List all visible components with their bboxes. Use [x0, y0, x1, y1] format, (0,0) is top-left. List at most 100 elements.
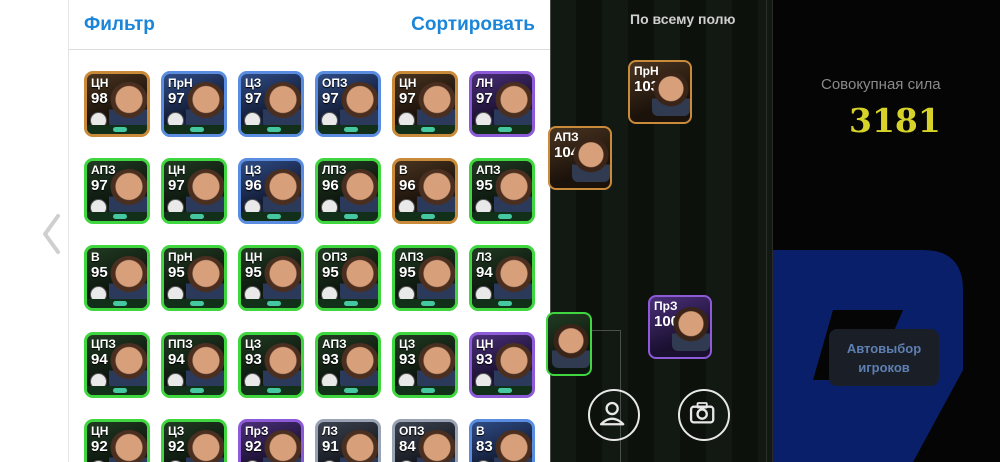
sort-button[interactable]: Сортировать — [411, 14, 535, 36]
card-rating: 91 — [322, 438, 339, 455]
auto-select-button[interactable]: Автовыбор игроков — [829, 329, 939, 386]
player-card[interactable]: В 83 — [469, 419, 535, 462]
player-portrait — [494, 82, 532, 128]
card-rating: 97 — [245, 90, 262, 107]
card-position: АПЗ — [322, 337, 347, 351]
card-rating: 92 — [91, 438, 108, 455]
card-position: ЛЗ — [476, 250, 492, 264]
player-portrait — [494, 256, 532, 302]
card-footer — [87, 212, 147, 221]
player-card[interactable]: В 95 — [84, 245, 150, 311]
player-card[interactable]: АПЗ 97 — [84, 158, 150, 224]
card-position: В — [399, 163, 408, 177]
card-position: ЦЗ — [245, 163, 262, 177]
player-card[interactable]: ЛЗ 94 — [469, 245, 535, 311]
card-footer — [472, 299, 532, 308]
player-card[interactable]: ОПЗ 84 — [392, 419, 458, 462]
card-position: ЛПЗ — [322, 163, 347, 177]
player-card[interactable]: ЛЗ 91 — [315, 419, 381, 462]
filter-button[interactable]: Фильтр — [84, 14, 155, 36]
card-rating: 93 — [322, 351, 339, 368]
card-rating: 94 — [476, 264, 493, 281]
card-footer — [395, 299, 455, 308]
card-footer — [472, 212, 532, 221]
camera-icon — [689, 402, 715, 424]
card-position: ЦЗ — [168, 424, 185, 438]
card-rating: 93 — [476, 351, 493, 368]
pitch-player-card[interactable] — [546, 312, 592, 376]
pitch-player-card[interactable]: ПрН 103 — [628, 60, 692, 124]
card-rating: 97 — [399, 90, 416, 107]
card-position: ОПЗ — [399, 424, 425, 438]
card-footer — [241, 386, 301, 395]
player-card[interactable]: ЦЗ 96 — [238, 158, 304, 224]
player-card[interactable]: ОПЗ 95 — [315, 245, 381, 311]
player-card[interactable]: ЦН 93 — [469, 332, 535, 398]
card-position: ПрЗ — [245, 424, 269, 438]
player-card[interactable]: ЦПЗ 94 — [84, 332, 150, 398]
player-card[interactable]: ППЗ 94 — [161, 332, 227, 398]
player-card[interactable]: ЦЗ 93 — [238, 332, 304, 398]
player-card[interactable]: ЛН 97 — [469, 71, 535, 137]
player-card[interactable]: ОПЗ 97 — [315, 71, 381, 137]
player-card[interactable]: ЦН 92 — [84, 419, 150, 462]
player-view-button[interactable] — [588, 389, 640, 441]
player-card[interactable]: ЦЗ 92 — [161, 419, 227, 462]
card-rating: 97 — [476, 90, 493, 107]
player-card[interactable]: АПЗ 95 — [392, 245, 458, 311]
player-card[interactable]: ЦН 97 — [392, 71, 458, 137]
card-rating: 92 — [168, 438, 185, 455]
player-card[interactable]: ЦЗ 97 — [238, 71, 304, 137]
card-rating: 95 — [476, 177, 493, 194]
player-card[interactable]: ЛПЗ 96 — [315, 158, 381, 224]
card-footer — [87, 299, 147, 308]
card-position: ЦН — [168, 163, 186, 177]
card-position: ППЗ — [168, 337, 193, 351]
player-card[interactable]: ЦЗ 93 — [392, 332, 458, 398]
card-footer — [395, 212, 455, 221]
card-footer — [241, 125, 301, 134]
card-footer — [395, 386, 455, 395]
card-rating: 93 — [245, 351, 262, 368]
player-portrait — [494, 343, 532, 389]
player-portrait — [186, 430, 224, 462]
pitch-player-card[interactable]: ПрЗ 100 — [648, 295, 712, 359]
pitch-player-card[interactable]: АПЗ 104 — [548, 126, 612, 190]
player-portrait — [109, 430, 147, 462]
card-rating: 96 — [245, 177, 262, 194]
player-card[interactable]: ЦН 98 — [84, 71, 150, 137]
card-rating: 96 — [399, 177, 416, 194]
player-card[interactable]: ПрЗ 92 — [238, 419, 304, 462]
chevron-left-icon[interactable] — [40, 212, 62, 256]
player-card[interactable]: ЦН 97 — [161, 158, 227, 224]
player-card[interactable]: ПрН 95 — [161, 245, 227, 311]
card-rating: 97 — [168, 177, 185, 194]
formation-title: По всему полю — [630, 11, 736, 27]
player-card[interactable]: ПрН 97 — [161, 71, 227, 137]
card-position: АПЗ — [91, 163, 116, 177]
player-card[interactable]: В 96 — [392, 158, 458, 224]
card-footer — [241, 212, 301, 221]
left-margin — [0, 0, 68, 462]
player-portrait — [340, 430, 378, 462]
card-position: ЦН — [399, 76, 417, 90]
auto-select-label-line1: Автовыбор — [846, 341, 922, 356]
player-portrait — [263, 430, 301, 462]
card-position: ЦЗ — [245, 76, 262, 90]
pitch-line — [766, 0, 767, 462]
card-footer — [164, 386, 224, 395]
player-card[interactable]: АПЗ 93 — [315, 332, 381, 398]
card-position: ЦЗ — [399, 337, 416, 351]
card-rating: 93 — [399, 351, 416, 368]
card-rating: 95 — [91, 264, 108, 281]
player-card[interactable]: ЦН 95 — [238, 245, 304, 311]
player-portrait — [109, 256, 147, 302]
card-rating: 96 — [322, 177, 339, 194]
screenshot-button[interactable] — [678, 389, 730, 441]
card-position: В — [476, 424, 485, 438]
card-rating: 92 — [245, 438, 262, 455]
auto-select-label-line2: игроков — [858, 360, 910, 375]
card-footer — [472, 386, 532, 395]
player-card[interactable]: АПЗ 95 — [469, 158, 535, 224]
player-portrait — [263, 256, 301, 302]
